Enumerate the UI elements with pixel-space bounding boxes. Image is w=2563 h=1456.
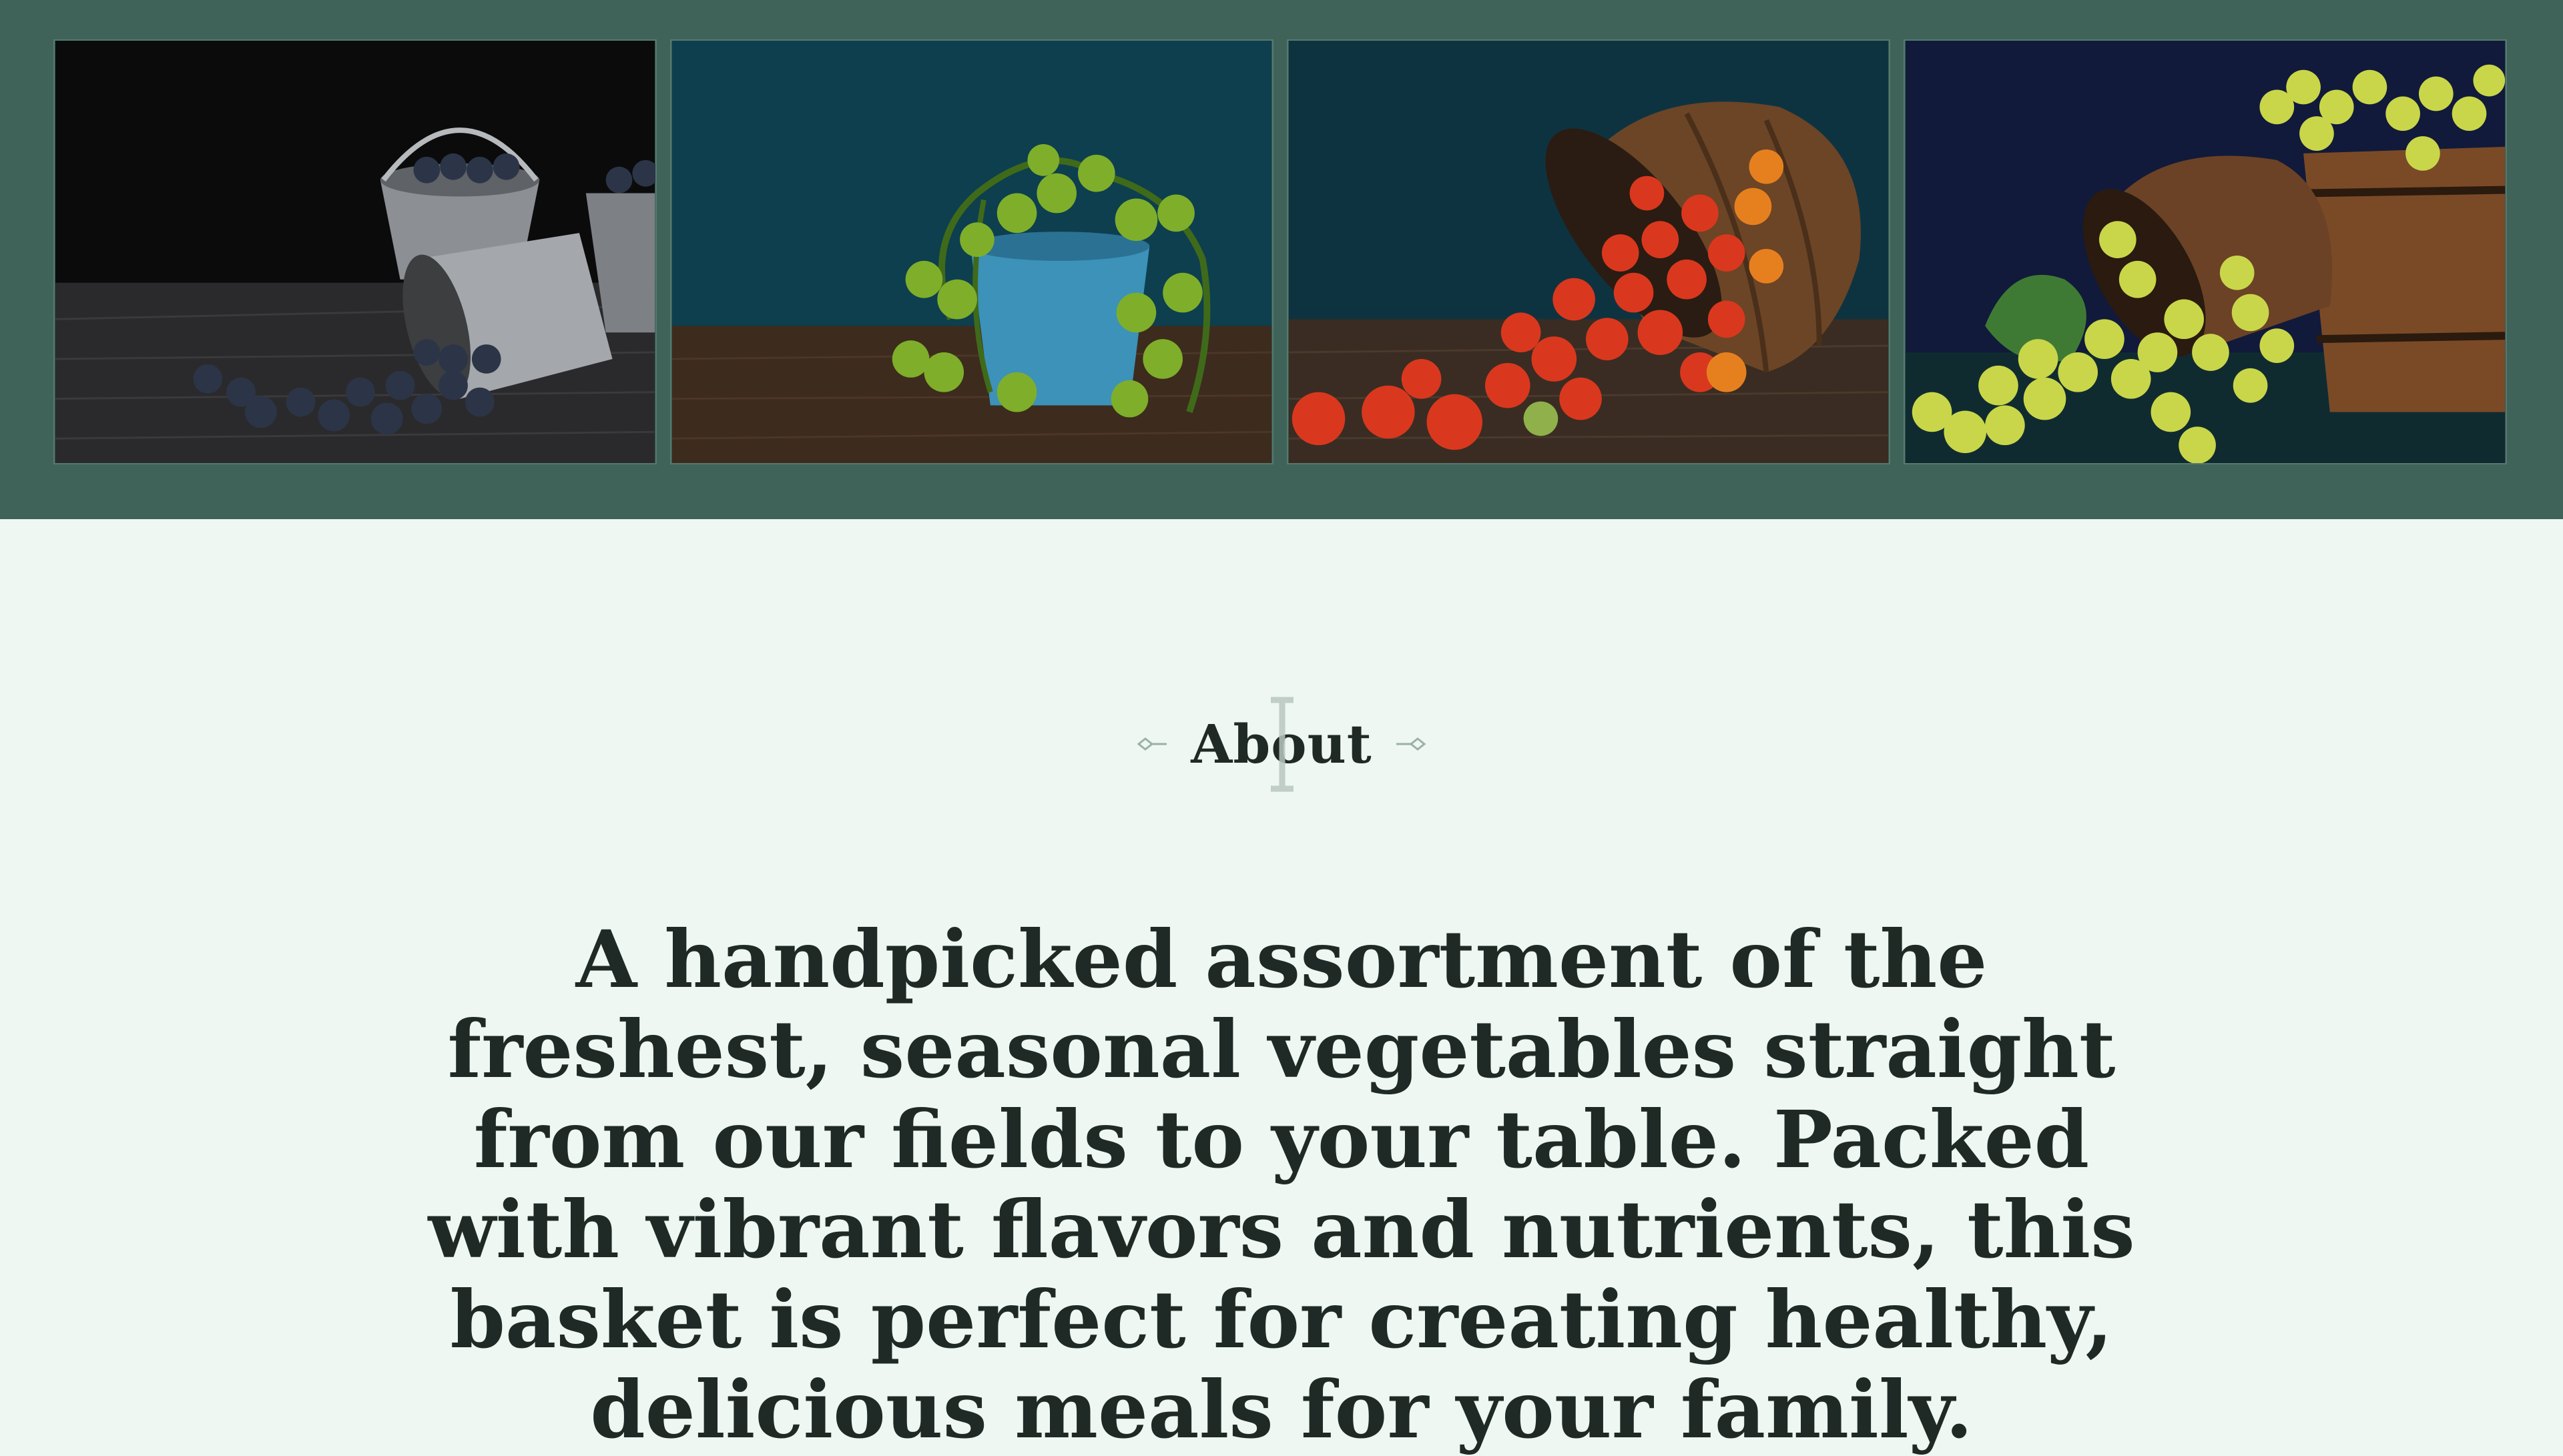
green-tomatoes-photo-icon xyxy=(671,41,1272,463)
diamond-ornament-left-icon xyxy=(1137,737,1167,751)
grapes-photo-icon xyxy=(1905,41,2506,463)
blueberries-photo-icon xyxy=(55,41,655,463)
photo-gallery xyxy=(0,0,2563,519)
diamond-ornament-right-icon xyxy=(1396,737,1426,751)
gallery-photo-blueberries[interactable] xyxy=(53,39,657,464)
gallery-photo-green-tomatoes[interactable] xyxy=(670,39,1273,464)
about-description: A handpicked assortment of the freshest,… xyxy=(428,913,2135,1456)
gallery-photo-red-tomatoes[interactable] xyxy=(1287,39,1890,464)
red-tomatoes-photo-icon xyxy=(1288,41,1889,463)
text-cursor-icon xyxy=(1271,697,1294,792)
gallery-photo-grapes[interactable] xyxy=(1904,39,2507,464)
